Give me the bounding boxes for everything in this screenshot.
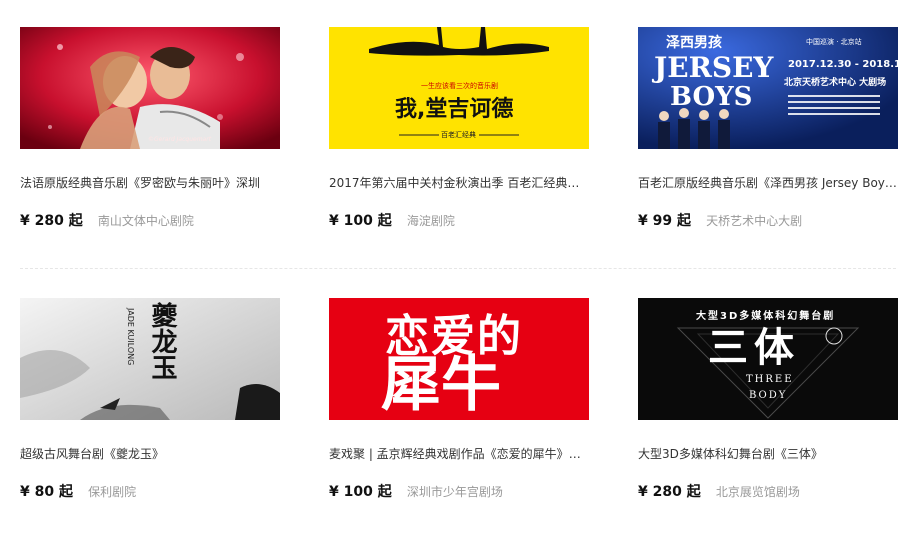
poster-top-text: 大型3D多媒体科幻舞台剧 [696, 311, 836, 322]
poster-place: 北京天桥艺术中心 大剧场 [784, 78, 887, 88]
show-price: ¥ 100 起 [329, 484, 392, 500]
poster-line-2: 犀牛 [381, 350, 501, 420]
show-title[interactable]: 百老汇原版经典音乐剧《泽西男孩 Jersey Boys… [638, 175, 898, 191]
price-row: ¥ 80 起 保利剧院 [20, 482, 136, 500]
show-price: ¥ 100 起 [329, 213, 392, 229]
poster-main-title: 我,堂吉诃德 [395, 97, 514, 122]
poster-image[interactable]: 恋爱的 犀牛 [329, 298, 589, 420]
poster-image[interactable]: 一生应该看三次的音乐剧 我,堂吉诃德 百老汇经典 [329, 27, 589, 149]
poster-tour: 中国巡演 · 北京站 [806, 38, 862, 46]
show-venue: 天桥艺术中心大剧 [706, 214, 803, 228]
price-row: ¥ 100 起 深圳市少年宫剧场 [329, 482, 503, 500]
show-title[interactable]: 超级古风舞台剧《夔龙玉》 [20, 446, 280, 462]
poster-cn-title: 夔龙玉 [147, 302, 177, 380]
poster-image[interactable]: 大型3D多媒体科幻舞台剧 三体 THREE BODY [638, 298, 898, 420]
show-card[interactable]: ©Gerard Jacquemart 法语原版经典音乐剧《罗密欧与朱丽叶》深圳 … [20, 27, 280, 257]
poster-subtitle: 百老汇经典 [441, 131, 476, 139]
show-card[interactable]: 大型3D多媒体科幻舞台剧 三体 THREE BODY 大型3D多媒体科幻舞台剧《… [638, 298, 898, 528]
poster-cn-title: 泽西男孩 [666, 35, 722, 51]
poster-image[interactable]: 夔龙玉 JADE KUILONG [20, 298, 280, 420]
show-card[interactable]: 泽西男孩 JERSEY BOYS 中国巡演 · 北京站 2017.12.30 -… [638, 27, 898, 257]
poster-en-title-2: BOYS [670, 82, 753, 112]
show-card[interactable]: 恋爱的 犀牛 麦戏聚 | 孟京辉经典戏剧作品《恋爱的犀牛》深… ¥ 100 起 … [329, 298, 589, 528]
show-venue: 保利剧院 [88, 485, 137, 499]
show-card[interactable]: 一生应该看三次的音乐剧 我,堂吉诃德 百老汇经典 2017年第六届中关村金秋演出… [329, 27, 589, 257]
price-row: ¥ 280 起 南山文体中心剧院 [20, 211, 194, 229]
show-grid: ©Gerard Jacquemart 法语原版经典音乐剧《罗密欧与朱丽叶》深圳 … [0, 0, 915, 540]
show-venue: 南山文体中心剧院 [97, 214, 194, 228]
row-divider [20, 268, 896, 269]
poster-romeo-juliet-art [20, 27, 280, 149]
poster-image[interactable]: 泽西男孩 JERSEY BOYS 中国巡演 · 北京站 2017.12.30 -… [638, 27, 898, 149]
show-title[interactable]: 麦戏聚 | 孟京辉经典戏剧作品《恋爱的犀牛》深… [329, 446, 589, 462]
poster-tagline: 一生应该看三次的音乐剧 [421, 82, 498, 90]
show-card[interactable]: 夔龙玉 JADE KUILONG 超级古风舞台剧《夔龙玉》 ¥ 80 起 保利剧… [20, 298, 280, 528]
poster-image[interactable]: ©Gerard Jacquemart [20, 27, 280, 149]
price-row: ¥ 280 起 北京展览馆剧场 [638, 482, 800, 500]
show-venue: 北京展览馆剧场 [715, 485, 800, 499]
poster-en-title-1: THREE [746, 374, 794, 385]
show-price: ¥ 280 起 [20, 213, 83, 229]
show-title[interactable]: 2017年第六届中关村金秋演出季 百老汇经典音… [329, 175, 589, 191]
poster-cn-title: 三体 [708, 325, 800, 371]
show-title[interactable]: 法语原版经典音乐剧《罗密欧与朱丽叶》深圳 [20, 175, 280, 191]
show-venue: 深圳市少年宫剧场 [406, 485, 503, 499]
show-price: ¥ 280 起 [638, 484, 701, 500]
price-row: ¥ 100 起 海淀剧院 [329, 211, 455, 229]
show-price: ¥ 80 起 [20, 484, 73, 500]
poster-en-title-2: BODY [749, 390, 788, 401]
price-row: ¥ 99 起 天桥艺术中心大剧 [638, 211, 802, 229]
show-price: ¥ 99 起 [638, 213, 691, 229]
show-venue: 海淀剧院 [406, 214, 455, 228]
poster-dates: 2017.12.30 - 2018.1.7 [788, 59, 898, 70]
show-title[interactable]: 大型3D多媒体科幻舞台剧《三体》 [638, 446, 898, 462]
poster-en-title-1: JERSEY [654, 51, 774, 84]
poster-caption: ©Gerard Jacquemart [148, 136, 212, 143]
poster-en-title: JADE KUILONG [126, 308, 135, 366]
